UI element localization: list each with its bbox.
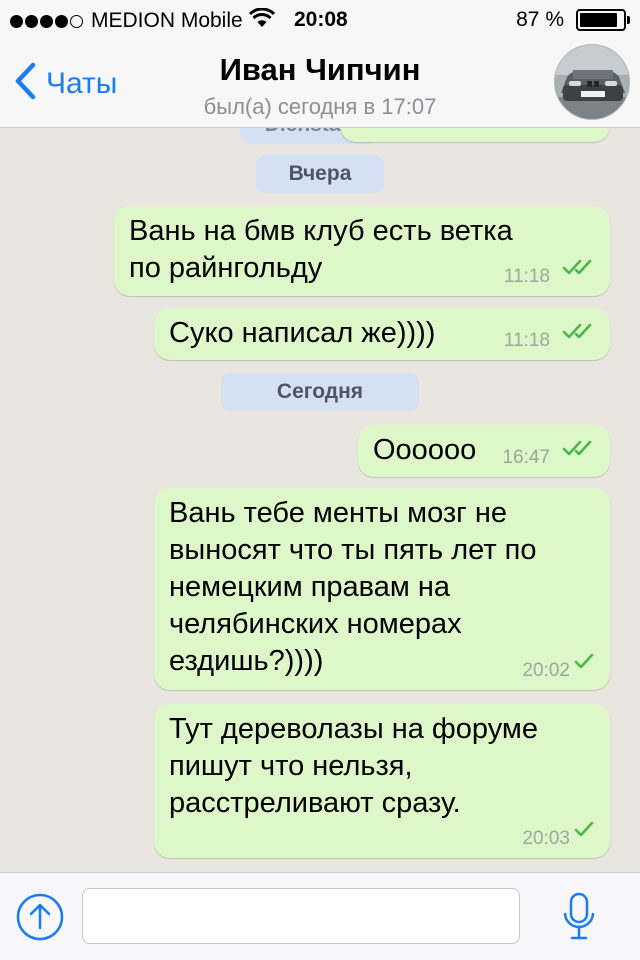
date-separator: Вчера xyxy=(256,155,384,193)
contact-name[interactable]: Иван Чипчин xyxy=(0,52,640,88)
message-bubble[interactable]: Оооооо 16:47 xyxy=(358,425,610,477)
message-input[interactable] xyxy=(82,888,520,944)
check-icon xyxy=(574,811,596,848)
status-left: MEDION Mobile xyxy=(10,7,275,34)
message-time: 11:18 xyxy=(503,266,550,287)
message-time: 11:18 xyxy=(503,330,550,351)
carrier-name: MEDION Mobile xyxy=(91,9,243,32)
message-text: Вань на бмв клуб есть ветка по райнгольд… xyxy=(129,215,513,284)
battery-icon xyxy=(576,9,630,31)
message-bubble[interactable]: Вань тебе менты мозг не выносят что ты п… xyxy=(154,488,610,690)
message-text: Вань тебе менты мозг не выносят что ты п… xyxy=(169,497,537,677)
attach-button[interactable] xyxy=(16,893,64,941)
status-bar: MEDION Mobile 20:08 87 % xyxy=(0,0,640,40)
message-bubble-partial[interactable] xyxy=(340,128,610,142)
message-time: 20:02 xyxy=(522,660,570,681)
double-check-icon xyxy=(562,249,596,286)
double-check-icon xyxy=(562,313,596,350)
message-time: 20:03 xyxy=(522,828,570,849)
message-bubble[interactable]: Суко написал же)))) 11:18 xyxy=(154,308,610,360)
message-time: 16:47 xyxy=(502,447,550,468)
date-separator: Сегодня xyxy=(221,373,419,411)
message-text: Суко написал же)))) xyxy=(169,317,436,349)
microphone-icon xyxy=(563,892,595,940)
battery-percent: 87 % xyxy=(516,8,564,31)
double-check-icon xyxy=(562,430,596,467)
message-bubble[interactable]: Тут дереволазы на форуме пишут что нельз… xyxy=(154,704,610,858)
input-bar xyxy=(0,872,640,960)
status-right: 87 % xyxy=(516,8,630,32)
message-text: Тут дереволазы на форуме пишут что нельз… xyxy=(169,713,538,819)
avatar[interactable] xyxy=(554,44,630,120)
microphone-button[interactable] xyxy=(562,891,596,945)
last-seen-status: был(а) сегодня в 17:07 xyxy=(203,94,437,119)
check-icon xyxy=(574,643,596,680)
nav-bar: Чаты Иван Чипчин был(а) сегодня в 17:07 xyxy=(0,40,640,128)
message-text: Оооооо xyxy=(373,434,477,466)
signal-dots-icon xyxy=(10,14,83,28)
chat-area[interactable]: Dienstag Вчера Вань на бмв клуб есть вет… xyxy=(0,128,640,872)
upload-arrow-icon xyxy=(16,893,64,941)
status-time: 20:08 xyxy=(294,8,348,31)
wifi-icon xyxy=(248,7,275,34)
message-bubble[interactable]: Вань на бмв клуб есть ветка по райнгольд… xyxy=(114,206,610,296)
